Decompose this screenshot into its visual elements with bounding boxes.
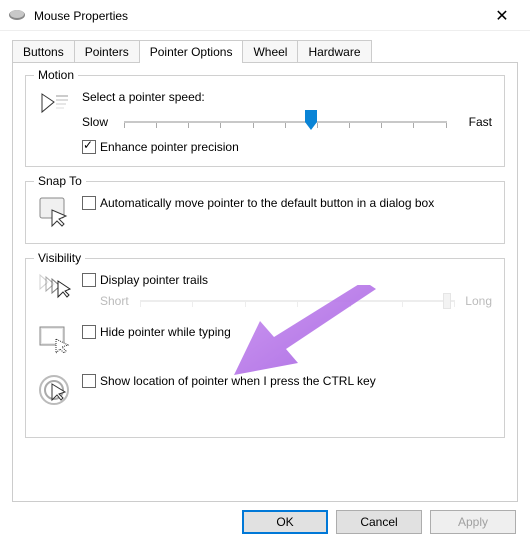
hide-typing-checkbox[interactable] [82,325,96,339]
hide-typing-icon [38,325,82,358]
pointer-trails-checkbox[interactable] [82,273,96,287]
pointer-trails-slider: Short Long [100,293,492,309]
motion-group: Motion Select a pointer speed: Slow [25,75,505,167]
tab-hardware[interactable]: Hardware [297,40,371,63]
auto-move-label: Automatically move pointer to the defaul… [100,196,434,212]
hide-typing-label: Hide pointer while typing [100,325,231,339]
snap-to-group: Snap To Automatically move pointer to th… [25,181,505,244]
enhance-precision-checkbox[interactable] [82,140,96,154]
cancel-button[interactable]: Cancel [336,510,422,534]
motion-speed-icon [38,90,82,121]
show-ctrl-icon [38,374,82,409]
dialog-buttons: OK Cancel Apply [0,510,530,544]
tab-pointers[interactable]: Pointers [74,40,140,63]
motion-group-label: Motion [34,68,78,82]
snap-to-group-label: Snap To [34,174,86,188]
trails-long-label: Long [465,294,492,308]
tab-wheel[interactable]: Wheel [242,40,298,63]
pointer-trails-icon [38,273,82,304]
window-title: Mouse Properties [34,9,482,23]
trails-short-label: Short [100,294,140,308]
pointer-trails-label: Display pointer trails [100,273,208,287]
show-ctrl-checkbox[interactable] [82,374,96,388]
slider-fast-label: Fast [469,115,492,129]
visibility-group-label: Visibility [34,251,85,265]
pointer-speed-label: Select a pointer speed: [82,90,492,104]
apply-button[interactable]: Apply [430,510,516,534]
mouse-icon [8,9,26,23]
visibility-group: Visibility Display pointer trails Short [25,258,505,438]
enhance-precision-label: Enhance pointer precision [100,140,239,154]
tab-strip: Buttons Pointers Pointer Options Wheel H… [0,31,530,62]
auto-move-checkbox[interactable] [82,196,96,210]
slider-slow-label: Slow [82,115,118,129]
tab-buttons[interactable]: Buttons [12,40,75,63]
show-ctrl-label: Show location of pointer when I press th… [100,374,376,388]
title-bar: Mouse Properties ✕ [0,0,530,31]
close-button[interactable]: ✕ [482,6,522,26]
pointer-options-panel: Motion Select a pointer speed: Slow [12,62,518,502]
pointer-speed-slider[interactable] [124,112,447,132]
ok-button[interactable]: OK [242,510,328,534]
tab-pointer-options[interactable]: Pointer Options [139,40,244,63]
snap-to-icon [38,196,82,231]
